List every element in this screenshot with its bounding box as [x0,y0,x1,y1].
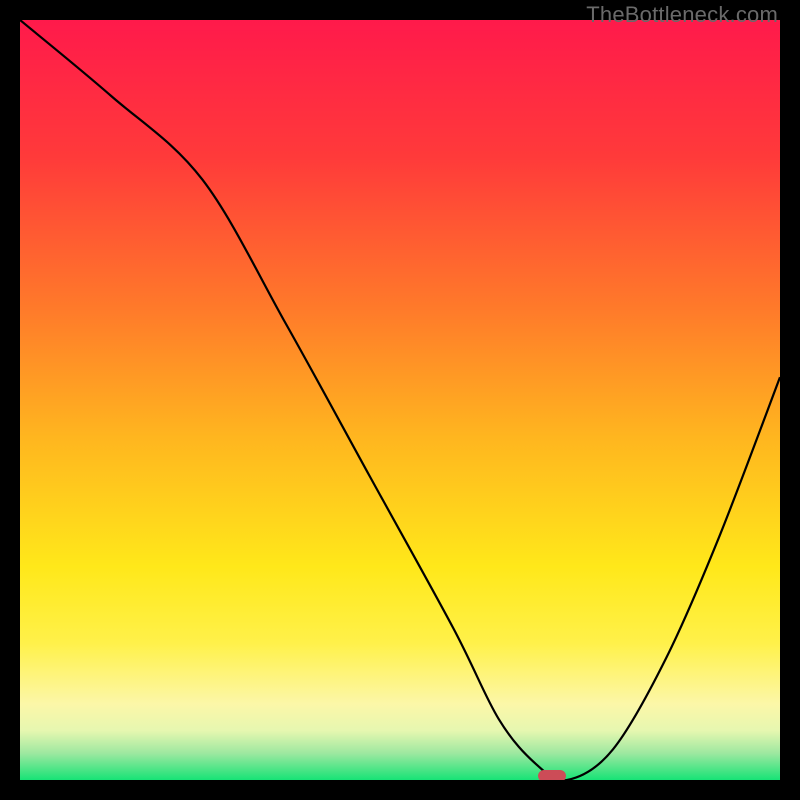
chart-frame: TheBottleneck.com [0,0,800,800]
optimum-marker [538,770,566,780]
bottleneck-curve [20,20,780,780]
watermark-text: TheBottleneck.com [586,2,778,28]
plot-area [20,20,780,780]
